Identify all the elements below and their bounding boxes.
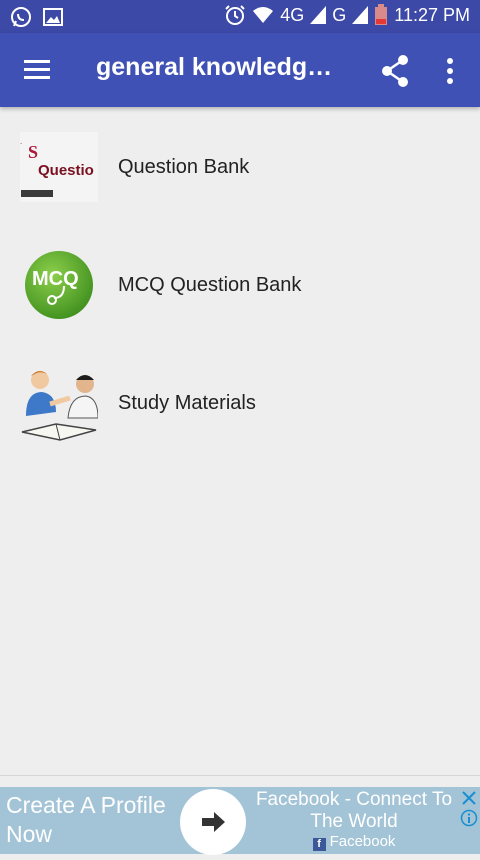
ad-headline: Facebook - Connect To The World [255,789,453,832]
ad-cta-text: Create A Profile Now [6,792,166,847]
clock: 11:27 PM [394,4,470,25]
hamburger-menu-icon[interactable] [14,49,60,91]
question-bank-icon: S . Questio [20,132,98,210]
menu-list: S . Questio Question Bank MCQ MCQ Questi… [0,108,480,462]
mcq-icon: MCQ [24,250,94,320]
svg-text:S: S [28,142,38,162]
network-4g-label: 4G [280,4,305,25]
ad-info-icon[interactable] [460,809,478,827]
ad-source: f Facebook [254,833,454,851]
signal-icon [310,4,327,26]
signal-icon [352,4,369,26]
svg-text:.: . [20,137,22,146]
study-materials-icon [20,366,99,444]
status-bar: 4G G 11:27 PM [0,0,480,33]
list-item-label: MCQ Question Bank [118,274,302,296]
more-vert-icon[interactable] [434,51,466,91]
list-item-study-materials[interactable]: Study Materials [0,344,480,462]
share-icon[interactable] [376,51,416,91]
list-item-label: Question Bank [118,156,250,178]
whatsapp-icon [10,6,32,28]
gallery-icon [42,6,64,28]
list-item-mcq-question-bank[interactable]: MCQ MCQ Question Bank [0,226,480,344]
ad-arrow-button[interactable] [180,789,246,855]
network-g-label: G [332,4,347,25]
page-title: general knowledge… [96,53,346,81]
list-item-question-bank[interactable]: S . Questio Question Bank [0,108,480,226]
list-item-label: Study Materials [118,392,256,414]
facebook-icon: f [312,838,326,851]
ad-banner[interactable]: Create A Profile Now Facebook - Connect … [0,787,480,855]
battery-icon [374,4,388,26]
ad-divider [0,775,480,776]
arrow-right-icon [202,812,225,832]
close-icon[interactable] [460,789,478,807]
mcq-icon-text: MCQ [32,268,79,290]
alarm-icon [224,4,246,26]
wifi-icon [252,4,274,26]
question-bank-icon-text: Questio [38,162,94,179]
ad-source-label: Facebook [329,833,396,850]
app-bar: general knowledge… [0,33,480,107]
